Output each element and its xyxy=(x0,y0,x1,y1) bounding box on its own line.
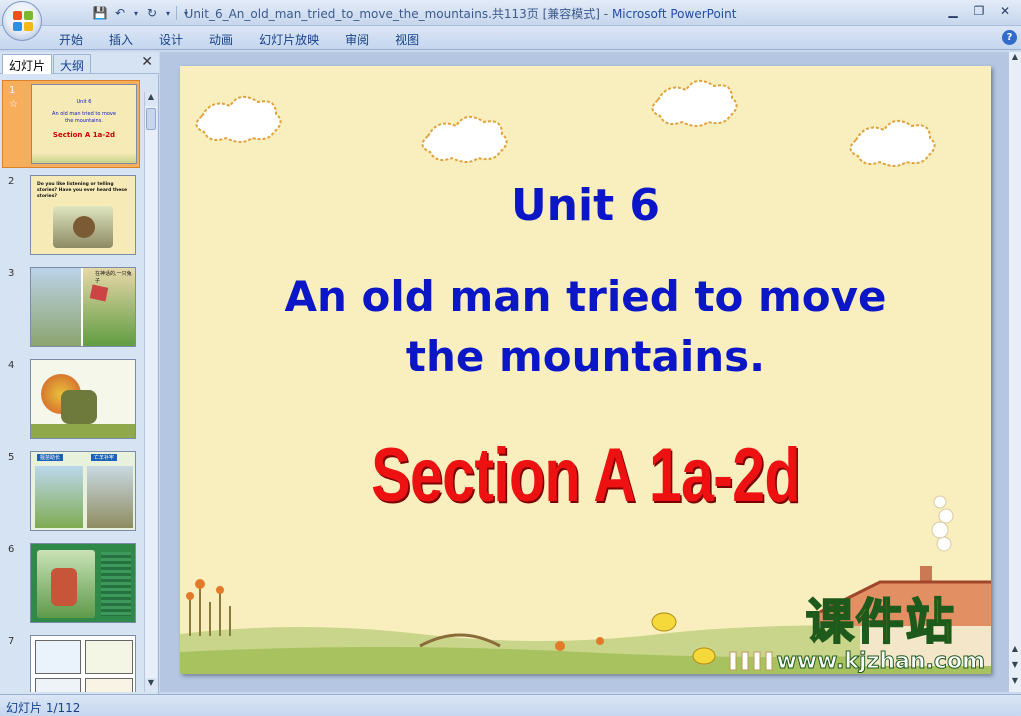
tab-view[interactable]: 视图 xyxy=(382,31,432,48)
slide-number: 6 xyxy=(8,544,15,555)
slide-thumbnail-list: 1 ☆ Unit 6 An old man tried to move the … xyxy=(0,78,144,692)
application-name: Microsoft PowerPoint xyxy=(611,7,737,21)
thumb-illustration xyxy=(51,568,77,606)
thumb-illustration xyxy=(35,466,83,528)
slide-counter: 幻灯片 1/112 xyxy=(6,701,81,715)
slide-thumbnail-4[interactable]: 4 xyxy=(2,356,140,444)
slide-thumbnail-3[interactable]: 3 在神话的,一只兔子 xyxy=(2,264,140,352)
tab-design[interactable]: 设计 xyxy=(146,31,196,48)
document-title: Unit_6_An_old_man_tried_to_move_the_moun… xyxy=(184,7,600,21)
minimize-button[interactable]: ▁ xyxy=(941,2,965,20)
status-bar: 幻灯片 1/112 xyxy=(0,694,1021,716)
cloud-icon xyxy=(651,79,738,127)
slide-thumbnail-2[interactable]: 2 Do you like listening or telling stori… xyxy=(2,172,140,260)
window-controls: ▁ ❐ ✕ xyxy=(941,2,1017,20)
slide-number: 3 xyxy=(8,268,15,279)
help-icon[interactable]: ? xyxy=(1002,30,1017,45)
scroll-up-icon[interactable]: ▲ xyxy=(145,92,157,106)
thumb-text: the mountains. xyxy=(65,118,103,124)
thumb-illustration xyxy=(89,284,109,302)
thumb-illustration xyxy=(31,424,135,438)
slide-preview xyxy=(30,635,136,692)
thumb-text: 揠苗助长 xyxy=(37,454,64,461)
close-button[interactable]: ✕ xyxy=(993,2,1017,20)
cloud-icon xyxy=(195,95,282,143)
slide-section-heading[interactable]: Section A 1a-2d xyxy=(269,432,902,519)
scroll-down-icon[interactable]: ▼ xyxy=(145,678,157,692)
scroll-down-icon[interactable]: ▼ xyxy=(1009,676,1021,690)
scroll-thumb[interactable] xyxy=(146,108,156,130)
bird-icon xyxy=(692,647,716,665)
tab-animations[interactable]: 动画 xyxy=(196,31,246,48)
thumb-text: Section A 1a-2d xyxy=(52,131,116,139)
scroll-up-icon[interactable]: ▲ xyxy=(1009,52,1021,66)
slide-number: 4 xyxy=(8,360,15,371)
thumb-text: 亡羊补牢 xyxy=(91,454,118,461)
slide-preview xyxy=(30,359,136,439)
slide-preview: 在神话的,一只兔子 xyxy=(30,267,136,347)
maximize-button[interactable]: ❐ xyxy=(967,2,991,20)
slide-preview xyxy=(30,543,136,623)
thumb-illustration xyxy=(85,678,133,692)
cloud-icon xyxy=(849,119,936,167)
thumbnail-scrollbar[interactable]: ▲ ▼ xyxy=(144,92,157,692)
slide-number: 2 xyxy=(8,176,15,187)
slide-thumbnail-7[interactable]: 7 xyxy=(2,632,140,692)
slide-preview: Do you like listening or telling stories… xyxy=(30,175,136,255)
thumb-illustration xyxy=(85,640,133,674)
edit-area-scrollbar[interactable]: ▲ ▲ ▼ ▼ xyxy=(1008,52,1021,692)
thumb-text: 在神话的,一只兔子 xyxy=(95,271,132,284)
current-slide[interactable]: Unit 6 An old man tried to move the moun… xyxy=(180,66,991,674)
slide-thumbnail-5[interactable]: 5 揠苗助长 亡羊补牢 xyxy=(2,448,140,536)
watermark-url: www.kjzhan.com xyxy=(776,649,986,674)
slides-pane: 幻灯片 大纲 ✕ 1 ☆ Unit 6 An old man tried to … xyxy=(0,52,159,694)
ribbon-tabs: 开始 插入 设计 动画 幻灯片放映 审阅 视图 xyxy=(46,31,432,48)
window-title: Unit_6_An_old_man_tried_to_move_the_moun… xyxy=(184,7,737,21)
thumb-illustration xyxy=(35,678,81,692)
thumb-text: Unit 6 xyxy=(76,99,92,105)
slide-title-line-1[interactable]: An old man tried to move xyxy=(180,272,991,321)
thumb-text: Do you like listening or telling stories… xyxy=(37,182,127,199)
thumb-text: An old man tried to move xyxy=(52,111,116,117)
slide-preview: Unit 6 An old man tried to move the moun… xyxy=(31,84,137,164)
tab-insert[interactable]: 插入 xyxy=(96,31,146,48)
watermark-chinese: 课件站 xyxy=(805,593,956,651)
previous-slide-icon[interactable]: ▲ xyxy=(1009,644,1021,658)
slide-number: 5 xyxy=(8,452,15,463)
thumb-illustration xyxy=(87,466,133,528)
watermark: 课件站 www.kjzhan.com xyxy=(776,593,986,674)
ribbon: 开始 插入 设计 动画 幻灯片放映 审阅 视图 ? xyxy=(0,26,1021,50)
tab-outline[interactable]: 大纲 xyxy=(53,54,92,74)
tab-slides[interactable]: 幻灯片 xyxy=(2,54,53,74)
slide-thumbnail-1[interactable]: 1 ☆ Unit 6 An old man tried to move the … xyxy=(2,80,140,168)
pane-tabs: 幻灯片 大纲 ✕ xyxy=(0,52,159,74)
slide-title-line-2[interactable]: the mountains. xyxy=(180,332,991,381)
slide-number: 7 xyxy=(8,636,15,647)
slide-number: 1 xyxy=(9,85,16,96)
close-pane-icon[interactable]: ✕ xyxy=(141,54,153,70)
thumb-ground xyxy=(32,153,136,163)
thumb-illustration xyxy=(61,390,97,424)
tab-review[interactable]: 审阅 xyxy=(332,31,382,48)
thumb-illustration xyxy=(101,552,131,616)
next-slide-icon[interactable]: ▼ xyxy=(1009,660,1021,674)
slide-edit-area: Unit 6 An old man tried to move the moun… xyxy=(160,52,1008,692)
slide-unit-heading[interactable]: Unit 6 xyxy=(180,180,991,231)
office-logo-icon xyxy=(13,11,33,31)
thumb-illustration xyxy=(31,268,81,346)
title-bar: 💾 ↶ ▾ ↻ ▾ ▾ Unit_6_An_old_man_tried_to_m… xyxy=(0,0,1021,26)
animation-star-icon: ☆ xyxy=(9,99,18,110)
tab-home[interactable]: 开始 xyxy=(46,31,96,48)
office-button[interactable] xyxy=(2,1,42,41)
thumb-illustration xyxy=(73,216,95,238)
slide-thumbnail-6[interactable]: 6 xyxy=(2,540,140,628)
tab-slide-show[interactable]: 幻灯片放映 xyxy=(246,31,332,48)
cloud-icon xyxy=(421,115,508,163)
thumb-illustration xyxy=(35,640,81,674)
bird-icon xyxy=(651,612,677,632)
slide-preview: 揠苗助长 亡羊补牢 xyxy=(30,451,136,531)
